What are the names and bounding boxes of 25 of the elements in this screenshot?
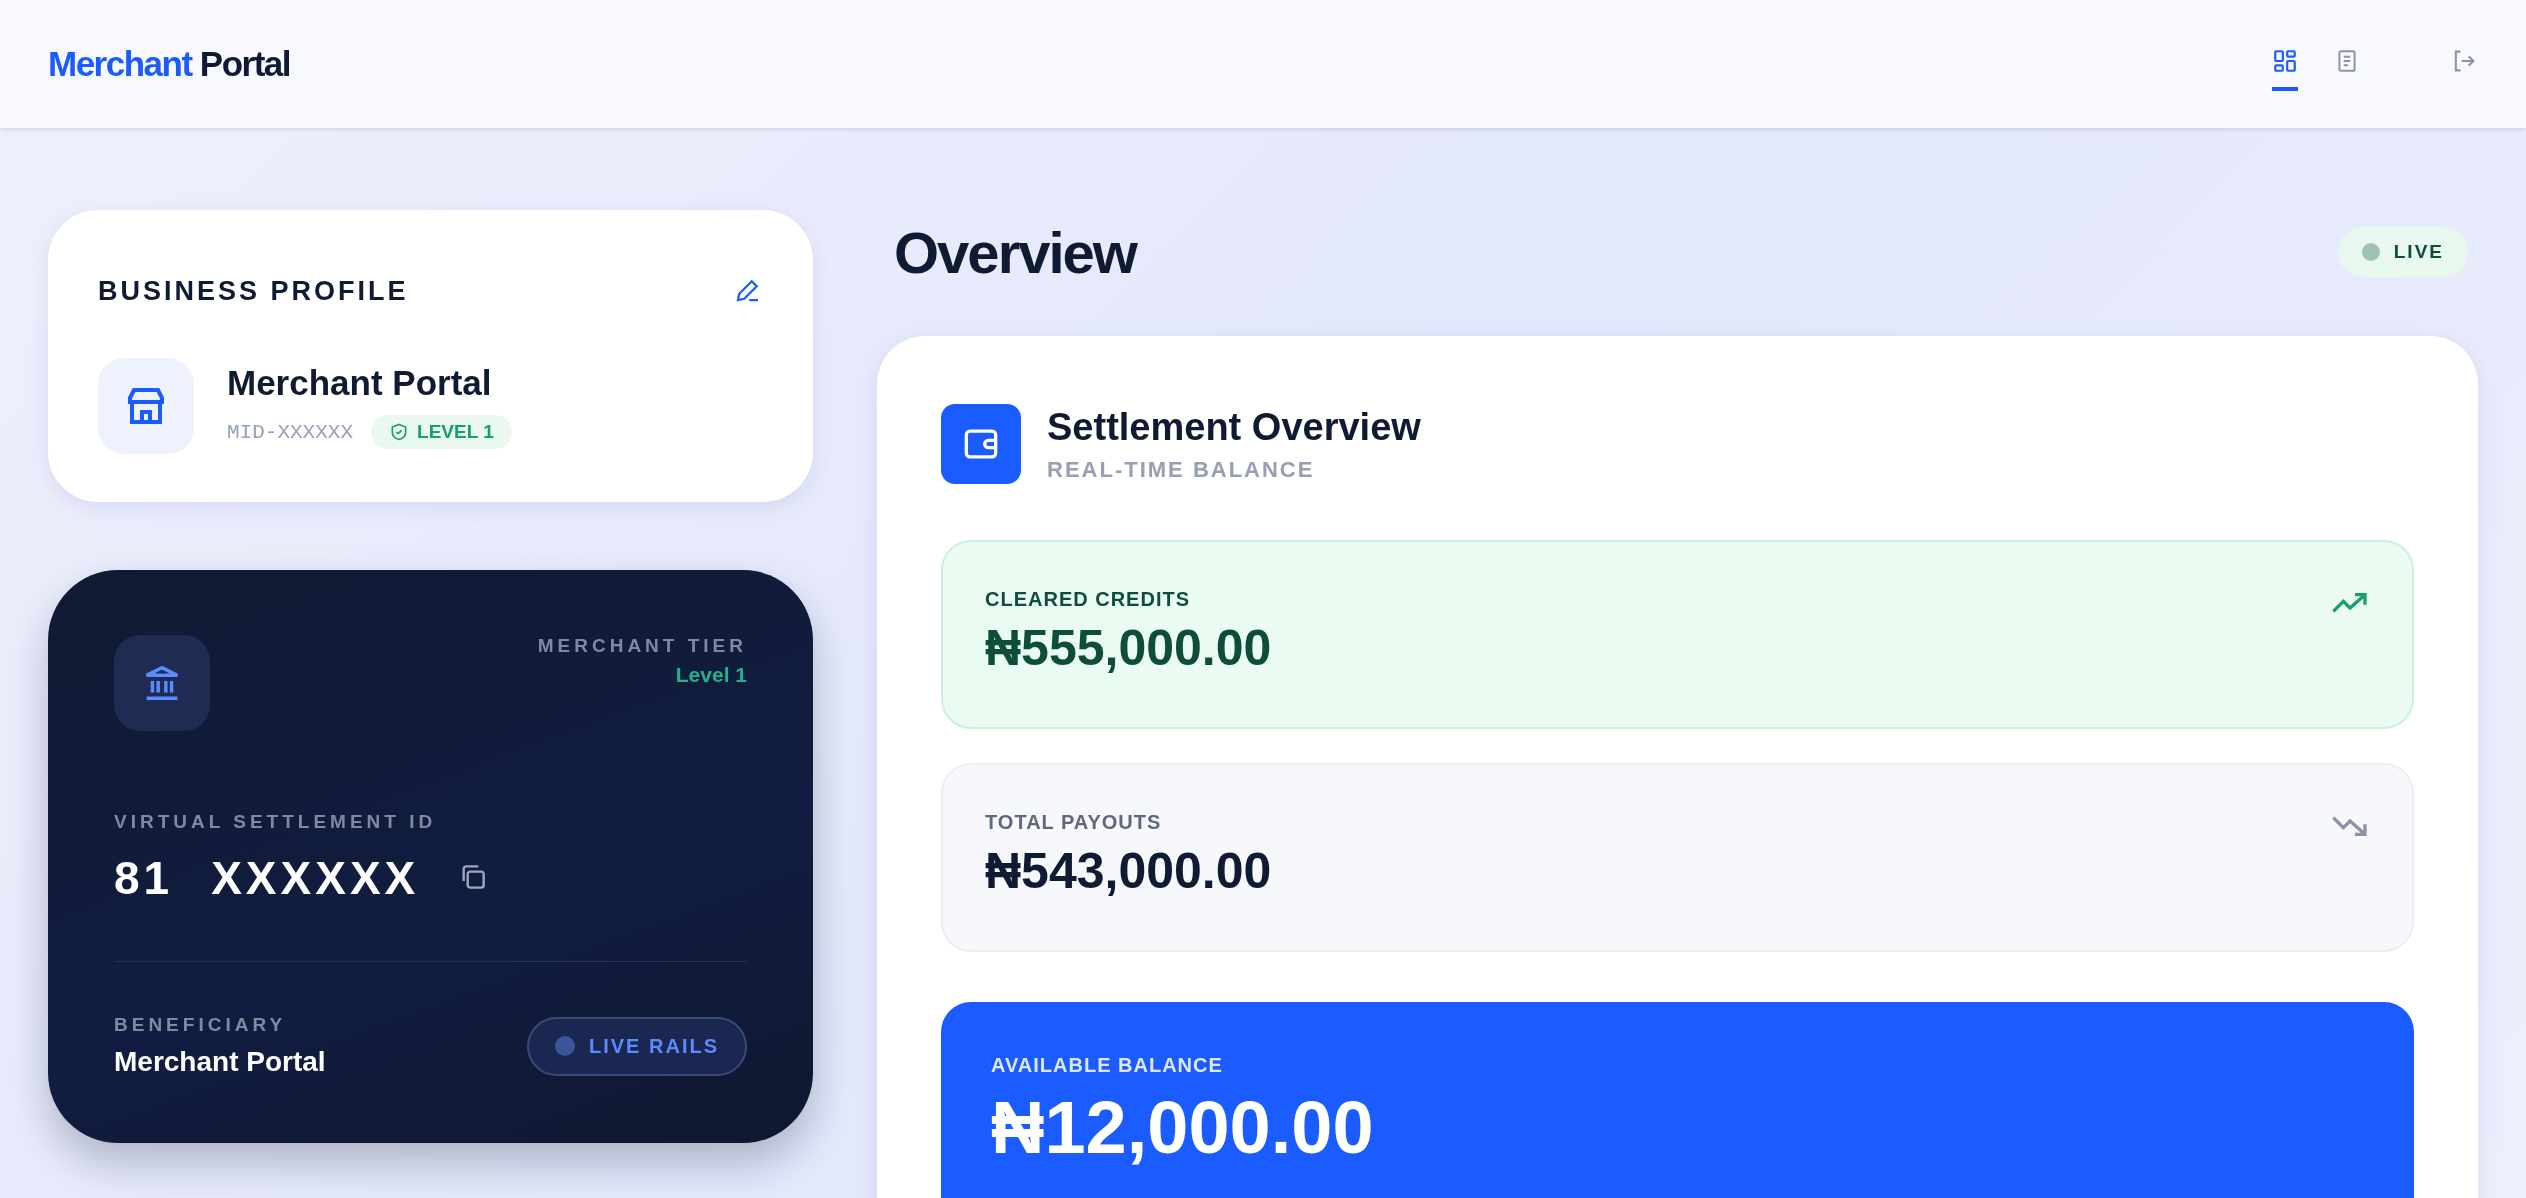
business-name: Merchant Portal <box>227 363 493 403</box>
stat-label: TOTAL PAYOUTS <box>985 811 1163 834</box>
panel-subtitle: REAL-TIME BALANCE <box>1047 456 1316 483</box>
logo: Merchant Portal <box>48 44 290 84</box>
card-title: BUSINESS PROFILE <box>98 276 409 307</box>
page-title: Overview <box>894 218 1136 286</box>
level-text: LEVEL 1 <box>417 421 494 443</box>
live-status-badge: LIVE <box>2337 227 2468 277</box>
shield-check-icon <box>389 422 410 442</box>
tier-label: MERCHANT TIER <box>537 635 747 657</box>
merchant-id: MID-XXXXXX <box>227 420 354 444</box>
beneficiary-label: BENEFICIARY <box>114 1014 288 1036</box>
settlement-id-value: XXXXXX <box>211 851 420 905</box>
stat-amount: ₦555,000.00 <box>985 619 1272 677</box>
beneficiary-name: Merchant Portal <box>114 1046 326 1078</box>
settlement-id-label: VIRTUAL SETTLEMENT ID <box>114 811 438 833</box>
stat-amount: ₦12,000.00 <box>991 1085 1374 1170</box>
stat-label: CLEARED CREDITS <box>985 588 1191 611</box>
settlement-id-prefix: 81 <box>114 851 174 905</box>
stat-amount: ₦543,000.00 <box>985 842 1272 900</box>
grid-icon <box>2272 47 2298 74</box>
panel-title: Settlement Overview <box>1047 405 1421 449</box>
stat-label: AVAILABLE BALANCE <box>991 1054 1224 1077</box>
live-rails-badge: LIVE RAILS <box>527 1016 747 1076</box>
tier-value: Level 1 <box>674 663 747 687</box>
